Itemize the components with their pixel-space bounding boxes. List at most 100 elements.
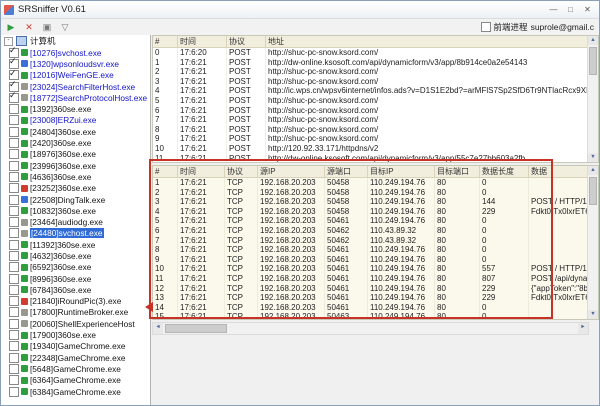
scroll-up-icon[interactable]: ▲ [588, 36, 598, 45]
process-checkbox[interactable] [9, 353, 19, 363]
tree-item[interactable]: [10832]360se.exe [1, 205, 150, 216]
column-header[interactable]: 目标端口 [435, 166, 480, 177]
column-header[interactable]: 目标IP [368, 166, 435, 177]
tree-item[interactable]: [6364]GameChrome.exe [1, 375, 150, 386]
filter-button[interactable]: ▽ [57, 20, 73, 34]
table-row[interactable]: 1217:6:21TCP192.168.20.20350461110.249.1… [153, 284, 588, 294]
tree-root[interactable]: - 计算机 [1, 35, 150, 47]
table-row[interactable]: 117:6:21TCP192.168.20.20350458110.249.19… [153, 178, 588, 188]
process-checkbox[interactable] [9, 240, 19, 250]
tree-item[interactable]: [20060]ShellExperienceHost [1, 318, 150, 329]
process-checkbox[interactable] [9, 251, 19, 261]
process-checkbox[interactable] [9, 115, 19, 125]
tree-item[interactable]: [2420]360se.exe [1, 137, 150, 148]
table-row[interactable]: 517:6:21TCP192.168.20.20350461110.249.19… [153, 216, 588, 226]
process-checkbox[interactable] [9, 296, 19, 306]
table-row[interactable]: 1117:6:21POSThttp://dw-online.ksosoft.co… [153, 154, 588, 162]
maximize-button[interactable]: □ [562, 3, 579, 16]
process-checkbox[interactable] [9, 319, 19, 329]
tree-item[interactable]: [23008]ERZui.exe [1, 115, 150, 126]
tree-item[interactable]: [4632]360se.exe [1, 250, 150, 261]
process-checkbox[interactable] [9, 127, 19, 137]
scroll-up-icon[interactable]: ▲ [588, 166, 598, 175]
scroll-thumb[interactable] [589, 47, 597, 75]
tree-item[interactable]: [23024]SearchFilterHost.exe [1, 81, 150, 92]
tree-item[interactable]: [10276]svchost.exe [1, 47, 150, 58]
process-checkbox[interactable] [9, 59, 19, 69]
tree-item[interactable]: [4636]360se.exe [1, 171, 150, 182]
table-row[interactable]: 217:6:21POSThttp://shuc-pc-snow.ksord.co… [153, 67, 588, 77]
table-row[interactable]: 1317:6:21TCP192.168.20.20350461110.249.1… [153, 293, 588, 303]
process-checkbox[interactable] [9, 330, 19, 340]
tree-item[interactable]: [12016]WeiFenGE.exe [1, 70, 150, 81]
scroll-track[interactable] [163, 323, 578, 334]
tree-item[interactable]: [22348]GameChrome.exe [1, 352, 150, 363]
scroll-thumb[interactable] [165, 324, 227, 333]
tree-item[interactable]: [17900]360se.exe [1, 329, 150, 340]
start-capture-button[interactable]: ▶ [3, 20, 19, 34]
packet-table-hscrollbar[interactable]: ◄ ► [152, 322, 589, 335]
tree-item[interactable]: [11392]360se.exe [1, 239, 150, 250]
tree-item[interactable]: [24804]360se.exe [1, 126, 150, 137]
tree-item[interactable]: [23252]360se.exe [1, 183, 150, 194]
column-header[interactable]: 地址 [266, 36, 588, 47]
process-checkbox[interactable] [9, 364, 19, 374]
clear-button[interactable]: ✕ [21, 20, 37, 34]
request-table-scrollbar[interactable]: ▲ ▼ [587, 36, 598, 162]
column-header[interactable]: # [153, 36, 178, 47]
process-checkbox[interactable] [9, 82, 19, 92]
process-checkbox[interactable] [9, 341, 19, 351]
table-row[interactable]: 1117:6:21TCP192.168.20.20350461110.249.1… [153, 274, 588, 284]
table-row[interactable]: 1017:6:21TCP192.168.20.20350461110.249.1… [153, 264, 588, 274]
process-checkbox[interactable] [9, 161, 19, 171]
frontend-process-checkbox[interactable] [481, 22, 491, 32]
table-row[interactable]: 417:6:21POSThttp://ic.wps.cn/wpsv6intern… [153, 86, 588, 96]
scroll-right-icon[interactable]: ► [578, 323, 588, 334]
table-row[interactable]: 717:6:21POSThttp://shuc-pc-snow.ksord.co… [153, 115, 588, 125]
table-row[interactable]: 517:6:21POSThttp://shuc-pc-snow.ksord.co… [153, 96, 588, 106]
table-row[interactable]: 1517:6:21TCP192.168.20.20350463110.249.1… [153, 312, 588, 319]
minimize-button[interactable]: — [545, 3, 562, 16]
tree-item[interactable]: [19340]GameChrome.exe [1, 341, 150, 352]
scroll-track[interactable] [588, 45, 598, 153]
tree-item[interactable]: [18772]SearchProtocolHost.exe [1, 92, 150, 103]
table-row[interactable]: 017:6:20POSThttp://shuc-pc-snow.ksord.co… [153, 48, 588, 58]
scroll-down-icon[interactable]: ▼ [588, 310, 598, 319]
column-header[interactable]: 协议 [225, 166, 258, 177]
table-row[interactable]: 317:6:21POSThttp://shuc-pc-snow.ksord.co… [153, 77, 588, 87]
tree-item[interactable]: [1320]wpsonloudsvr.exe [1, 58, 150, 69]
table-row[interactable]: 317:6:21TCP192.168.20.20350458110.249.19… [153, 197, 588, 207]
process-checkbox[interactable] [9, 228, 19, 238]
process-checkbox[interactable] [9, 262, 19, 272]
process-checkbox[interactable] [9, 93, 19, 103]
column-header[interactable]: 源IP [258, 166, 325, 177]
table-row[interactable]: 617:6:21TCP192.168.20.20350462110.43.89.… [153, 226, 588, 236]
tree-item[interactable]: [18976]360se.exe [1, 149, 150, 160]
expander-icon[interactable]: - [4, 37, 13, 46]
process-checkbox[interactable] [9, 195, 19, 205]
table-row[interactable]: 117:6:21POSThttp://dw-online.ksosoft.com… [153, 58, 588, 68]
process-checkbox[interactable] [9, 307, 19, 317]
table-row[interactable]: 617:6:21POSThttp://shuc-pc-snow.ksord.co… [153, 106, 588, 116]
scroll-track[interactable] [588, 175, 598, 310]
table-row[interactable]: 417:6:21TCP192.168.20.20350458110.249.19… [153, 207, 588, 217]
tree-item[interactable]: [6592]360se.exe [1, 262, 150, 273]
column-header[interactable]: 数据长度 [480, 166, 529, 177]
save-button[interactable]: ▣ [39, 20, 55, 34]
process-checkbox[interactable] [9, 104, 19, 114]
process-checkbox[interactable] [9, 285, 19, 295]
process-checkbox[interactable] [9, 183, 19, 193]
scroll-thumb[interactable] [589, 177, 597, 205]
process-checkbox[interactable] [9, 375, 19, 385]
table-row[interactable]: 1417:6:21TCP192.168.20.20350461110.249.1… [153, 303, 588, 313]
column-header[interactable]: 源端口 [325, 166, 368, 177]
tree-item[interactable]: [17800]RuntimeBroker.exe [1, 307, 150, 318]
tree-item[interactable]: [6784]360se.exe [1, 284, 150, 295]
process-checkbox[interactable] [9, 387, 19, 397]
tree-item[interactable]: [23464]audiodg.exe [1, 216, 150, 227]
table-row[interactable]: 917:6:21TCP192.168.20.20350461110.249.19… [153, 255, 588, 265]
column-header[interactable]: 时间 [178, 166, 225, 177]
packet-table-scrollbar[interactable]: ▲ ▼ [587, 166, 598, 319]
scroll-left-icon[interactable]: ◄ [153, 323, 163, 334]
close-button[interactable]: ✕ [579, 3, 596, 16]
